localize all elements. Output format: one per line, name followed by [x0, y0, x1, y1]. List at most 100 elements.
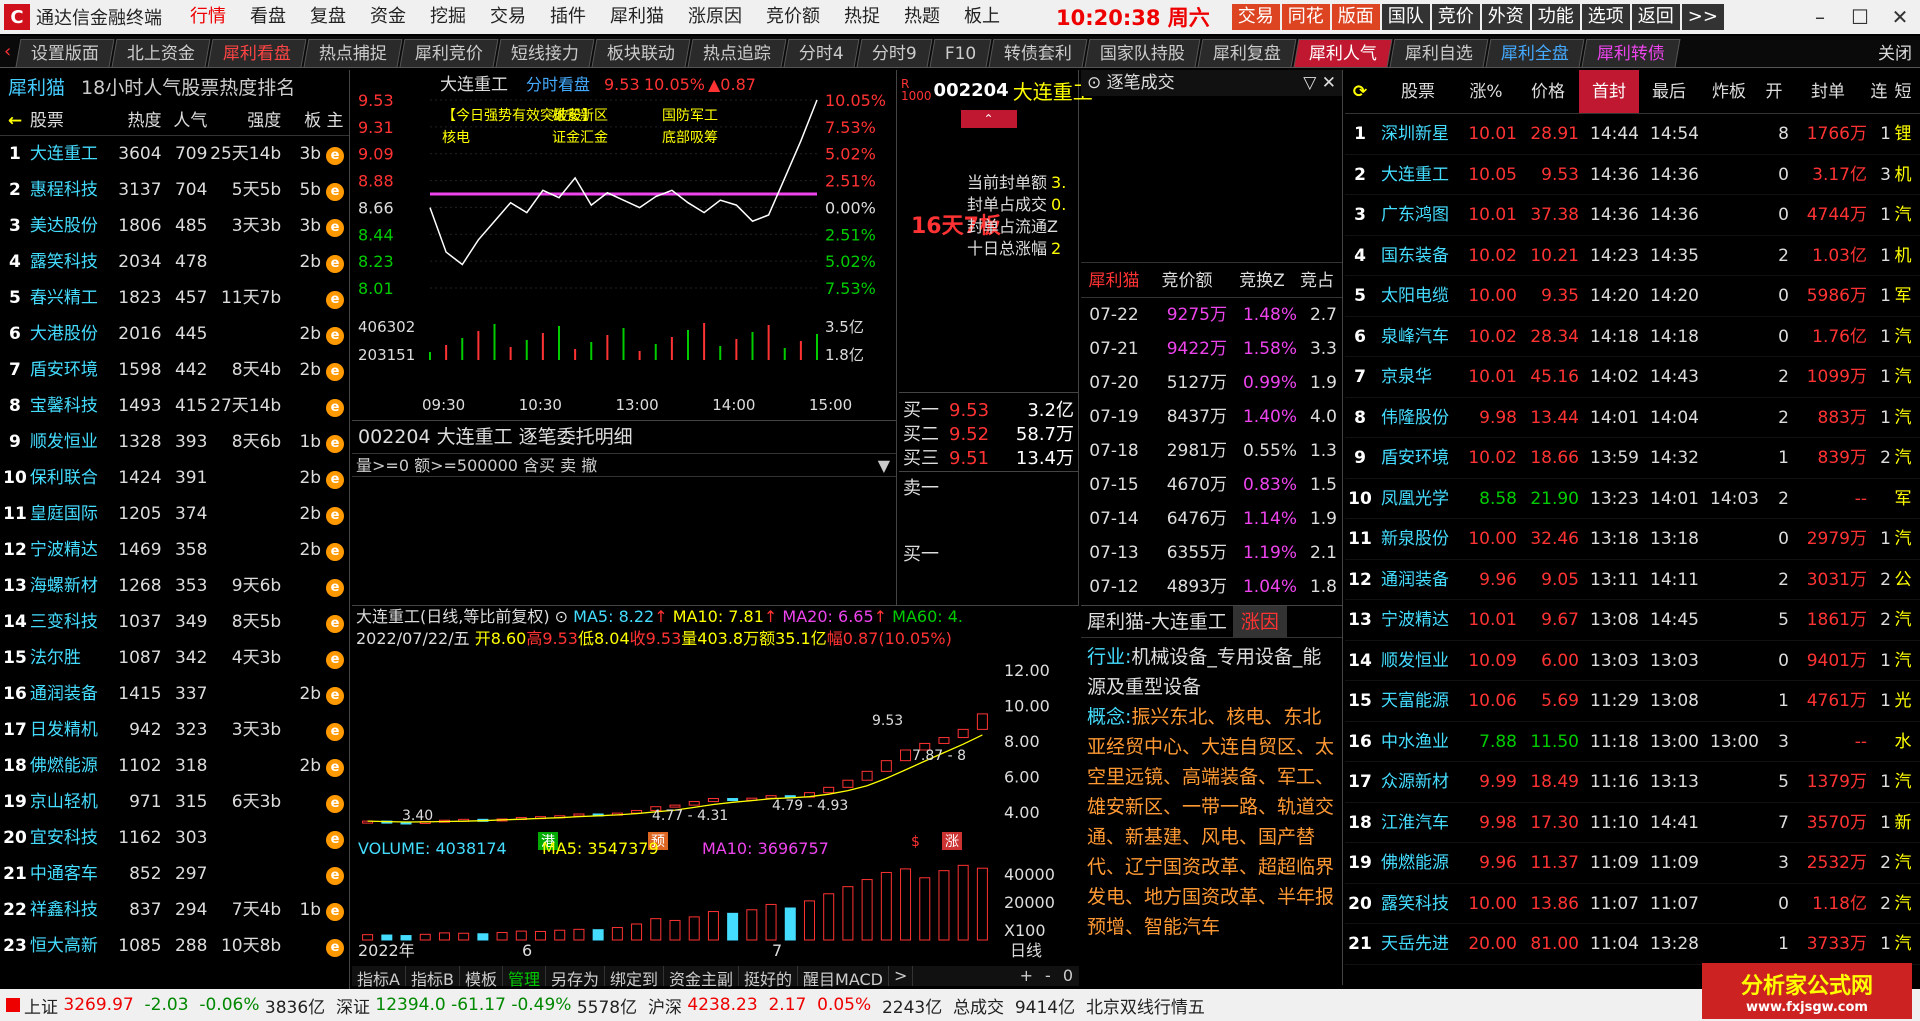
- stock-name[interactable]: 国东装备: [1375, 236, 1455, 276]
- stock-name[interactable]: 顺发恒业: [1375, 641, 1455, 681]
- stock-name[interactable]: 广东鸿图: [1375, 195, 1455, 235]
- table-row[interactable]: 07-21 9422万 1.58% 3.3: [1081, 332, 1342, 366]
- table-row[interactable]: 07-19 8437万 1.40% 4.0: [1081, 400, 1342, 434]
- stock-name[interactable]: 通润装备: [1375, 560, 1455, 600]
- toolbar-button[interactable]: >>: [1681, 4, 1724, 30]
- toolbar-button[interactable]: 返回: [1631, 4, 1680, 30]
- settings-icon[interactable]: ⊙: [1087, 73, 1101, 93]
- toolbar-button[interactable]: 版面: [1331, 4, 1380, 30]
- layout-tab[interactable]: 设置版面: [15, 39, 115, 67]
- stock-name[interactable]: 伟隆股份: [1375, 398, 1455, 438]
- column-header[interactable]: 主: [321, 106, 349, 135]
- menu-item[interactable]: 资金: [358, 0, 418, 34]
- stock-name[interactable]: 海螺新材: [30, 568, 112, 604]
- minimize-icon[interactable]: –: [1800, 5, 1840, 29]
- column-header[interactable]: 强度: [207, 106, 281, 135]
- stock-name[interactable]: 宁波精达: [1375, 600, 1455, 640]
- ie-icon[interactable]: e: [326, 507, 345, 525]
- ie-icon[interactable]: e: [326, 327, 345, 345]
- column-header[interactable]: 竞换Z: [1227, 263, 1297, 297]
- stock-name[interactable]: 通润装备: [30, 676, 112, 712]
- list-item[interactable]: 23 恒大高新 1085 288 10天8b e: [0, 928, 349, 964]
- stock-name[interactable]: 佛燃能源: [1375, 843, 1455, 883]
- list-item[interactable]: 15 法尔胜 1087 342 4天3b e: [0, 640, 349, 676]
- stock-name[interactable]: 中通客车: [30, 856, 112, 892]
- list-item[interactable]: 12 宁波精达 1469 358 2b e: [0, 532, 349, 568]
- column-header[interactable]: 犀利猫: [1081, 263, 1147, 297]
- table-row[interactable]: 07-18 2981万 0.55% 1.3: [1081, 434, 1342, 468]
- stock-name[interactable]: 大港股份: [30, 316, 112, 352]
- menu-item[interactable]: 板上: [952, 0, 1012, 34]
- table-row[interactable]: 07-15 4670万 0.83% 1.5: [1081, 468, 1342, 502]
- table-row[interactable]: 8 伟隆股份 9.98 13.44 14:01 14:04 2 883万 1 汽: [1345, 398, 1920, 438]
- layout-tab[interactable]: 热点追踪: [687, 39, 787, 67]
- stock-name[interactable]: 宁波精达: [30, 532, 112, 568]
- list-item[interactable]: 3 美达股份 1806 485 3天3b 3b e: [0, 208, 349, 244]
- column-header[interactable]: 炸板: [1699, 70, 1759, 113]
- column-header[interactable]: 价格: [1517, 70, 1579, 113]
- close-icon[interactable]: ✕: [1880, 5, 1920, 29]
- table-row[interactable]: 1 深圳新星 10.01 28.91 14:44 14:54 8 1766万 1 锂: [1345, 114, 1920, 155]
- stock-name[interactable]: 祥鑫科技: [30, 892, 112, 928]
- ie-icon[interactable]: e: [326, 759, 345, 777]
- ie-icon[interactable]: e: [326, 723, 345, 741]
- column-header[interactable]: 竞价额: [1147, 263, 1227, 297]
- tab-close-button[interactable]: 关闭: [1878, 39, 1912, 64]
- stock-name[interactable]: 春兴精工: [30, 280, 112, 316]
- maximize-icon[interactable]: ☐: [1840, 5, 1880, 29]
- toolbar-button[interactable]: 国队: [1381, 4, 1430, 30]
- stock-name[interactable]: 天岳先进: [1375, 924, 1455, 964]
- ie-icon[interactable]: e: [326, 255, 345, 273]
- list-item[interactable]: 16 通润装备 1415 337 2b e: [0, 676, 349, 712]
- stock-name[interactable]: 深圳新星: [1375, 114, 1455, 154]
- stock-name[interactable]: 三变科技: [30, 604, 112, 640]
- layout-tab[interactable]: 犀利竞价: [399, 39, 499, 67]
- toolbar-button[interactable]: 功能: [1531, 4, 1580, 30]
- list-item[interactable]: 1 大连重工 3604 709 25天14b 3b e: [0, 136, 349, 172]
- table-row[interactable]: 21 天岳先进 20.00 81.00 11:04 13:28 1 3733万 1 汽: [1345, 924, 1920, 965]
- indicator-tab[interactable]: 挺好的: [739, 966, 799, 989]
- indicator-tab[interactable]: 模板: [460, 966, 503, 989]
- menu-item[interactable]: 交易: [478, 0, 538, 34]
- table-row[interactable]: 20 露笑科技 10.00 13.86 11:07 11:07 0 1.18亿 2 汽: [1345, 884, 1920, 924]
- stock-name[interactable]: 众源新材: [1375, 762, 1455, 802]
- indicator-tab[interactable]: 资金主副: [664, 966, 740, 989]
- indicator-tab[interactable]: 绑定到: [605, 966, 664, 989]
- table-row[interactable]: 15 天富能源 10.06 5.69 11:29 13:08 1 4761万 1 光: [1345, 681, 1920, 722]
- list-item[interactable]: 19 京山轻机 971 315 6天3b e: [0, 784, 349, 820]
- table-row[interactable]: 07-13 6355万 1.19% 2.1: [1081, 536, 1342, 570]
- toolbar-button[interactable]: 选项: [1581, 4, 1630, 30]
- list-item[interactable]: 17 日发精机 942 323 3天3b e: [0, 712, 349, 748]
- stock-name[interactable]: 顺发恒业: [30, 424, 112, 460]
- stock-name[interactable]: 美达股份: [30, 208, 112, 244]
- intraday-chart[interactable]: 大连重工 分时看盘 9.53 10.05% ▲0.879.539.319.098.888…: [352, 70, 897, 420]
- column-header[interactable]: 短: [1891, 70, 1915, 113]
- indicator-tab[interactable]: >: [889, 966, 914, 986]
- filter-icon[interactable]: ▼: [878, 454, 890, 476]
- table-row[interactable]: 16 中水渔业 7.88 11.50 11:18 13:00 13:00 3 -- 水: [1345, 722, 1920, 762]
- indicator-tab[interactable]: 另存为: [546, 966, 605, 989]
- reason-tab[interactable]: 涨因: [1232, 606, 1287, 637]
- column-header[interactable]: 板: [281, 106, 321, 135]
- indicator-tab[interactable]: 管理: [503, 966, 546, 989]
- indicator-tab[interactable]: 醒目MACD: [798, 966, 889, 989]
- list-item[interactable]: 14 三变科技 1037 349 8天5b e: [0, 604, 349, 640]
- layout-tab[interactable]: F10: [929, 39, 992, 67]
- stock-name[interactable]: 京泉华: [1375, 357, 1455, 397]
- layout-tab[interactable]: 北上资金: [111, 39, 211, 67]
- list-item[interactable]: 18 佛燃能源 1102 318 2b e: [0, 748, 349, 784]
- column-header[interactable]: 股票: [1375, 70, 1455, 113]
- column-header[interactable]: 首封: [1579, 70, 1639, 113]
- toolbar-button[interactable]: 交易: [1231, 4, 1280, 30]
- ie-icon[interactable]: e: [326, 147, 345, 165]
- layout-tab[interactable]: 犀利看盘: [207, 39, 307, 67]
- layout-tab[interactable]: 犀利转债: [1581, 39, 1681, 67]
- table-row[interactable]: 07-12 4893万 1.04% 1.8: [1081, 570, 1342, 604]
- detail-filter[interactable]: 量>=0 额>=500000 含买 卖 撤 ▼: [352, 453, 896, 477]
- table-row[interactable]: 17 众源新材 9.99 18.49 11:16 13:13 5 1379万 1 汽: [1345, 762, 1920, 803]
- list-item[interactable]: 5 春兴精工 1823 457 11天7b e: [0, 280, 349, 316]
- list-item[interactable]: 8 宝馨科技 1493 415 27天14b e: [0, 388, 349, 424]
- ie-icon[interactable]: e: [326, 903, 345, 921]
- menu-item[interactable]: 插件: [538, 0, 598, 34]
- column-header[interactable]: 开: [1759, 70, 1789, 113]
